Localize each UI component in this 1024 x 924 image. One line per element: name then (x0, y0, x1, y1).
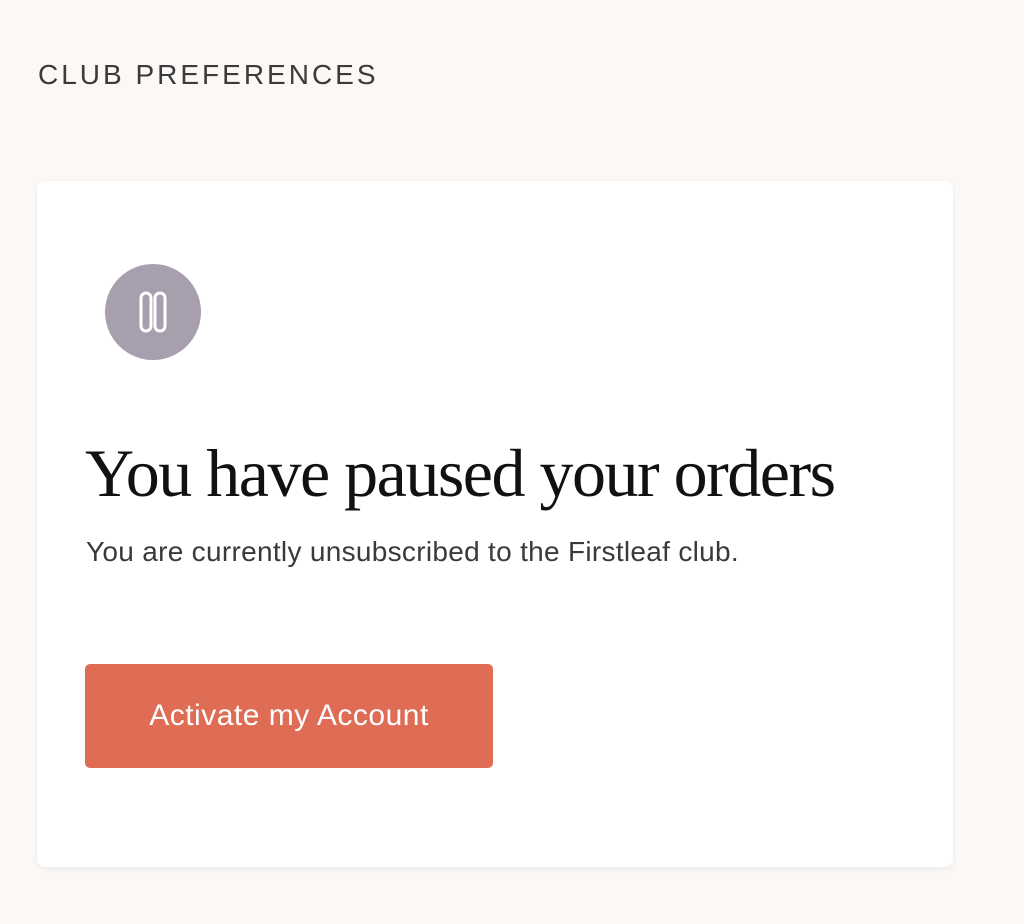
unsubscribed-message: You are currently unsubscribed to the Fi… (86, 536, 739, 567)
section-heading: CLUB PREFERENCES (38, 59, 379, 90)
club-status-card: You have paused your orders You are curr… (37, 181, 953, 867)
pause-icon (105, 264, 201, 360)
paused-orders-title: You have paused your orders (85, 435, 836, 511)
activate-account-button[interactable]: Activate my Account (85, 664, 493, 768)
